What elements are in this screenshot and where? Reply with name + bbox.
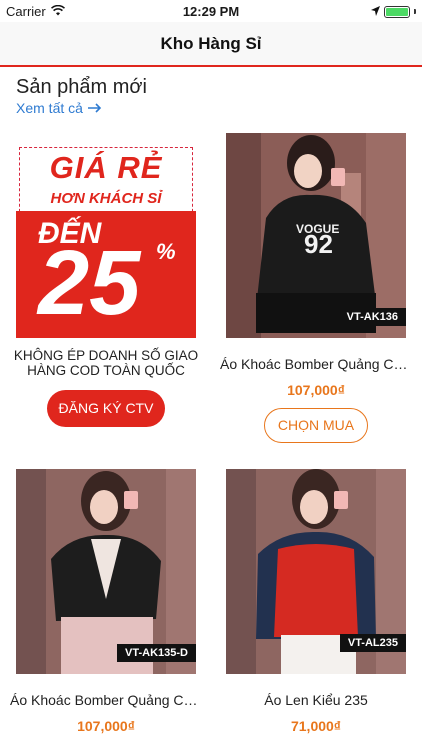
navigation-bar: Kho Hàng Sỉ [0, 22, 422, 67]
promo-subheadline: HƠN KHÁCH SỈ [50, 190, 162, 207]
promo-discount-box: ĐẾN 25 % [16, 211, 196, 338]
promo-percent-sign: % [156, 239, 176, 264]
product-name: Áo Khoác Bomber Quảng Châu [220, 356, 416, 372]
location-icon [371, 4, 380, 19]
section-title: Sản phẩm mới [16, 76, 147, 98]
product-image[interactable]: VT-AK135-D [16, 469, 196, 674]
svg-text:VOGUE: VOGUE [296, 222, 339, 236]
buy-button[interactable]: CHỌN MUA [264, 408, 368, 443]
status-bar: Carrier 12:29 PM [0, 0, 422, 22]
product-name: Áo Khoác Bomber Quảng Châu [10, 692, 206, 708]
promo-description: KHÔNG ÉP DOANH SỐ GIAO HÀNG COD TOÀN QUỐ… [13, 348, 199, 378]
product-name: Áo Len Kiểu 235 [264, 692, 368, 708]
product-image[interactable]: 92 VOGUE VT-AK136 [226, 133, 406, 338]
product-price: 107,000₫ [287, 382, 345, 398]
product-card[interactable]: 92 VOGUE VT-AK136 Áo Khoác Bomber Quảng … [220, 133, 416, 443]
status-time: 12:29 PM [182, 4, 240, 19]
product-price: 71,000₫ [290, 718, 341, 734]
promo-card: GIÁ RẺ HƠN KHÁCH SỈ ĐẾN 25 % KHÔNG ÉP DO… [14, 133, 198, 427]
battery-tip [414, 9, 416, 14]
product-code-tag: VT-AL235 [339, 634, 406, 652]
product-code-tag: VT-AK135-D [117, 644, 196, 662]
promo-percent-value: 25 [38, 232, 141, 334]
product-card[interactable]: VT-AK135-D Áo Khoác Bomber Quảng Châu 10… [10, 469, 206, 734]
product-image[interactable]: VT-AL235 [226, 469, 406, 674]
product-card[interactable]: VT-AL235 Áo Len Kiểu 235 71,000₫ [226, 469, 406, 734]
arrow-right-icon [87, 100, 102, 116]
product-price: 107,000₫ [77, 718, 135, 734]
battery-icon [384, 5, 410, 18]
promo-top-box: GIÁ RẺ HƠN KHÁCH SỈ [19, 147, 193, 217]
promo-headline: GIÁ RẺ [49, 150, 163, 185]
promo-banner[interactable]: GIÁ RẺ HƠN KHÁCH SỈ ĐẾN 25 % [16, 133, 196, 338]
see-all-link[interactable]: Xem tất cả [16, 100, 102, 116]
battery-area [371, 4, 416, 19]
see-all-label: Xem tất cả [16, 100, 83, 116]
product-code-tag: VT-AK136 [338, 308, 406, 326]
page-title: Kho Hàng Sỉ [160, 34, 262, 53]
register-ctv-button[interactable]: ĐĂNG KÝ CTV [47, 390, 165, 427]
